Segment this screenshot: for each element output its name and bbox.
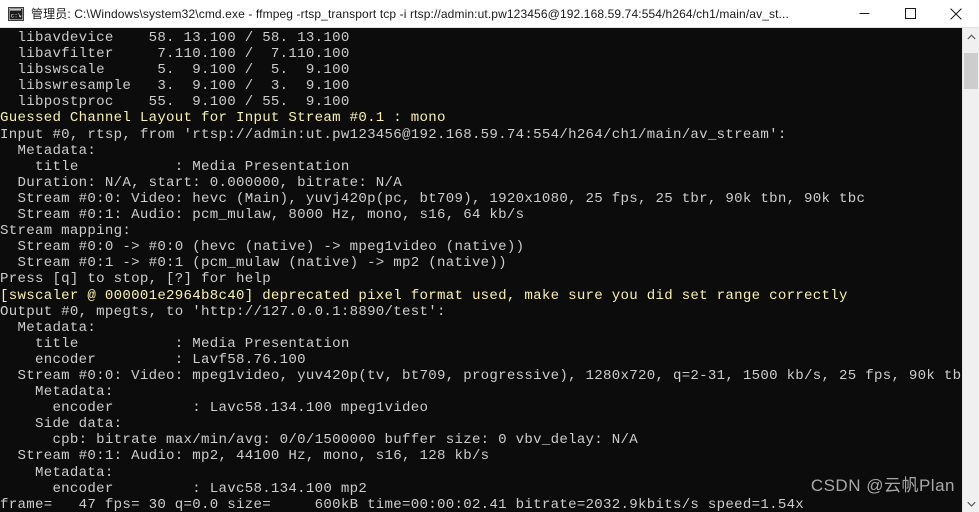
cmd-console-icon: c:\ bbox=[8, 6, 24, 22]
console-line: Side data: bbox=[0, 416, 123, 433]
console-line: Duration: N/A, start: 0.000000, bitrate:… bbox=[0, 174, 403, 191]
console-lines: libavdevice 58. 13.100 / 58. 13.100 liba… bbox=[0, 30, 962, 512]
window-title: 管理员: C:\Windows\system32\cmd.exe - ffmpe… bbox=[31, 7, 789, 21]
console-line: libswresample 3. 9.100 / 3. 9.100 bbox=[0, 78, 350, 95]
console-line: Stream mapping: bbox=[0, 223, 132, 240]
console-line: Stream #0:0 -> #0:0 (hevc (native) -> mp… bbox=[0, 239, 525, 256]
console-line: title : Media Presentation bbox=[0, 158, 350, 175]
console-line: Metadata: bbox=[0, 464, 114, 481]
console-line: libswscale 5. 9.100 / 5. 9.100 bbox=[0, 62, 350, 79]
console-line: Output #0, mpegts, to 'http://127.0.0.1:… bbox=[0, 303, 446, 320]
console-line: Stream #0:1: Audio: mp2, 44100 Hz, mono,… bbox=[0, 448, 490, 465]
maximize-button[interactable] bbox=[887, 0, 933, 28]
console-line: Metadata: bbox=[0, 319, 97, 336]
console-line: libpostproc 55. 9.100 / 55. 9.100 bbox=[0, 94, 350, 111]
console-line: encoder : Lavc58.134.100 mp2 bbox=[0, 480, 368, 497]
console-line: cpb: bitrate max/min/avg: 0/0/1500000 bu… bbox=[0, 432, 638, 449]
console-line: Metadata: bbox=[0, 142, 97, 159]
console-line: Stream #0:0: Video: hevc (Main), yuvj420… bbox=[0, 190, 866, 207]
console-line: title : Media Presentation bbox=[0, 335, 350, 352]
minimize-button[interactable] bbox=[841, 0, 887, 28]
console-line: Guessed Channel Layout for Input Stream … bbox=[0, 110, 446, 127]
scroll-down-arrow-icon[interactable] bbox=[963, 495, 979, 512]
title-bar[interactable]: c:\ 管理员: C:\Windows\system32\cmd.exe - f… bbox=[0, 0, 979, 28]
console-line: libavdevice 58. 13.100 / 58. 13.100 bbox=[0, 30, 350, 46]
console-line: frame= 47 fps= 30 q=0.0 size= 600kB time… bbox=[0, 496, 805, 512]
console-line: Stream #0:1 -> #0:1 (pcm_mulaw (native) … bbox=[0, 255, 507, 272]
console-line: Press [q] to stop, [?] for help bbox=[0, 271, 271, 288]
vertical-scrollbar[interactable] bbox=[962, 28, 979, 512]
console-line: encoder : Lavf58.76.100 bbox=[0, 351, 306, 368]
console-line: libavfilter 7.110.100 / 7.110.100 bbox=[0, 46, 350, 63]
console-output-area[interactable]: libavdevice 58. 13.100 / 58. 13.100 liba… bbox=[0, 28, 962, 512]
close-button[interactable] bbox=[933, 0, 979, 28]
cmd-console-window: c:\ 管理员: C:\Windows\system32\cmd.exe - f… bbox=[0, 0, 979, 512]
console-line: encoder : Lavc58.134.100 mpeg1video bbox=[0, 400, 429, 417]
scroll-up-arrow-icon[interactable] bbox=[963, 28, 979, 45]
console-line: Input #0, rtsp, from 'rtsp://admin:ut.pw… bbox=[0, 126, 787, 143]
console-line: Stream #0:1: Audio: pcm_mulaw, 8000 Hz, … bbox=[0, 207, 525, 224]
scrollbar-thumb[interactable] bbox=[964, 53, 978, 89]
console-line: Metadata: bbox=[0, 384, 114, 401]
console-line: [swscaler @ 000001e2964b8c40] deprecated… bbox=[0, 287, 848, 304]
console-line: Stream #0:0: Video: mpeg1video, yuv420p(… bbox=[0, 367, 962, 384]
